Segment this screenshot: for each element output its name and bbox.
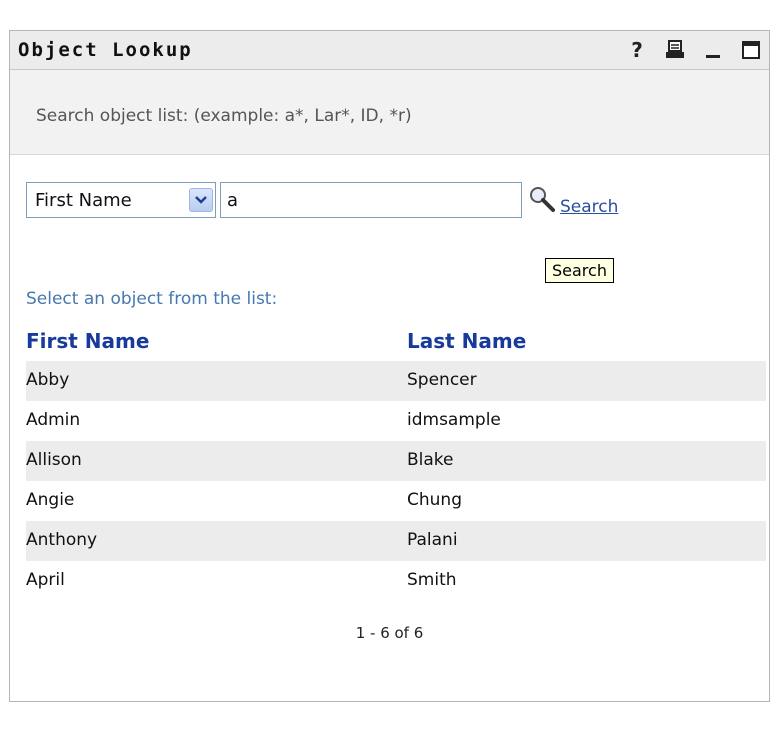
field-select-value: First Name	[35, 190, 132, 211]
cell-last-name: Palani	[407, 530, 458, 550]
maximize-icon[interactable]	[741, 38, 761, 62]
minimize-icon[interactable]	[703, 38, 723, 62]
cell-first-name: Allison	[26, 450, 82, 470]
list-row[interactable]: Allison Blake	[26, 441, 766, 481]
cell-last-name: Smith	[407, 570, 457, 590]
search-link[interactable]: Search	[560, 197, 618, 217]
list-caption: Select an object from the list:	[26, 289, 278, 309]
portlet-title: Object Lookup	[18, 39, 193, 61]
search-input[interactable]	[220, 182, 522, 218]
list-row[interactable]: April Smith	[26, 561, 766, 601]
cell-first-name: Abby	[26, 370, 70, 390]
cell-first-name: Angie	[26, 490, 75, 510]
cell-first-name: April	[26, 570, 65, 590]
search-hint: Search object list: (example: a*, Lar*, …	[36, 106, 412, 126]
chevron-down-icon[interactable]	[189, 188, 213, 212]
list-row[interactable]: Abby Spencer	[26, 361, 766, 401]
cell-first-name: Anthony	[26, 530, 98, 550]
help-glyph: ?	[631, 38, 643, 62]
search-icon[interactable]	[528, 185, 556, 213]
pagination-text: 1 - 6 of 6	[355, 624, 424, 642]
help-icon[interactable]: ?	[627, 38, 647, 62]
portlet-titlebar: Object Lookup ?	[10, 31, 769, 70]
object-lookup-portlet: Object Lookup ? Search object list: (exa…	[9, 30, 770, 702]
cell-first-name: Admin	[26, 410, 81, 430]
column-header-first-name[interactable]: First Name	[26, 329, 149, 353]
search-tooltip: Search	[545, 258, 614, 283]
column-header-last-name[interactable]: Last Name	[407, 329, 526, 353]
list-row[interactable]: Admin idmsample	[26, 401, 766, 441]
cell-last-name: Blake	[407, 450, 454, 470]
object-list: Abby Spencer Admin idmsample Allison Bla…	[26, 361, 766, 601]
field-select[interactable]: First Name	[26, 182, 216, 218]
cell-last-name: Spencer	[407, 370, 477, 390]
cell-last-name: Chung	[407, 490, 462, 510]
cell-last-name: idmsample	[407, 410, 501, 430]
list-row[interactable]: Anthony Palani	[26, 521, 766, 561]
search-hint-bar: Search object list: (example: a*, Lar*, …	[10, 70, 769, 155]
titlebar-controls: ?	[627, 37, 761, 63]
print-icon[interactable]	[665, 38, 685, 62]
list-row[interactable]: Angie Chung	[26, 481, 766, 521]
